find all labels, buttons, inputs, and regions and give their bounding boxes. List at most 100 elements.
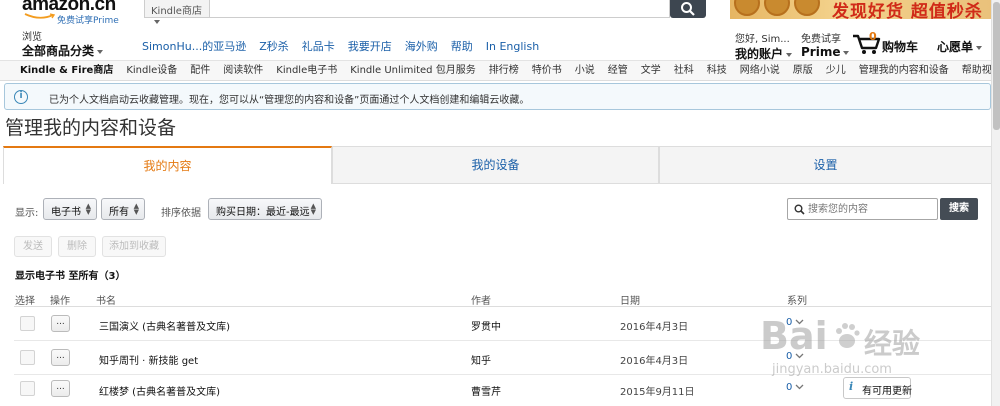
- info-icon: i: [849, 380, 854, 393]
- site-search-button[interactable]: [670, 0, 706, 18]
- row-series-count[interactable]: 0: [786, 382, 792, 393]
- mooncake-image: [794, 0, 820, 16]
- column-select: 选择: [15, 296, 35, 307]
- subnav-web-novels[interactable]: 网络小说: [740, 61, 780, 80]
- mooncake-image: [734, 0, 760, 16]
- row-title[interactable]: 三国演义 (古典名著普及文库): [99, 318, 230, 333]
- top-link-english[interactable]: In English: [486, 40, 539, 53]
- row-author: 罗贯中: [471, 322, 501, 333]
- chevron-down-icon[interactable]: [795, 384, 804, 390]
- content-scope-select[interactable]: 所有 ▲ ▼: [101, 198, 145, 220]
- subnav-children[interactable]: 少儿: [826, 61, 846, 80]
- row-actions-button[interactable]: ...: [51, 315, 70, 332]
- chevron-down-icon[interactable]: [795, 353, 804, 359]
- row-series-count[interactable]: 0: [786, 351, 792, 362]
- top-link-deals[interactable]: Z秒杀: [259, 40, 289, 53]
- chevron-down-icon: [154, 20, 160, 24]
- scrollbar-thumb[interactable]: [993, 2, 1000, 130]
- content-search-field: [787, 198, 938, 220]
- amazon-logo[interactable]: amazon.cn 免费试享Prime: [22, 0, 142, 26]
- top-link-my-amazon[interactable]: SimonHu...的亚马逊: [142, 40, 246, 53]
- sort-value: 购买日期：最近-最远: [216, 207, 310, 218]
- prime-trial-link[interactable]: 免费试享Prime: [57, 13, 119, 26]
- content-search-input[interactable]: [808, 201, 933, 217]
- subnav-literature[interactable]: 文学: [641, 61, 661, 80]
- show-label: 显示:: [15, 208, 39, 219]
- column-date[interactable]: 日期: [620, 292, 640, 307]
- top-link-global[interactable]: 海外购: [405, 40, 438, 53]
- subnav-business[interactable]: 经管: [608, 61, 628, 80]
- subnav-accessories[interactable]: 配件: [190, 61, 210, 80]
- subnav-fiction[interactable]: 小说: [575, 61, 595, 80]
- subnav-kindle-unlimited[interactable]: Kindle Unlimited 包月服务: [350, 61, 475, 80]
- table-row: ... 红楼梦 (古典名著普及文库) 曹雪芹 2015年9月11日 0 i 有可…: [0, 372, 1000, 406]
- page-scrollbar[interactable]: [991, 0, 1000, 406]
- top-link-help[interactable]: 帮助: [451, 40, 473, 53]
- top-link-gift-card[interactable]: 礼品卡: [302, 40, 335, 53]
- chevron-down-icon[interactable]: [795, 319, 804, 325]
- cart-button[interactable]: 0 购物车: [852, 30, 922, 55]
- row-actions-button[interactable]: ...: [51, 380, 70, 397]
- column-title[interactable]: 书名: [96, 292, 116, 307]
- sort-select[interactable]: 购买日期：最近-最远 ▲ ▼: [208, 198, 322, 220]
- content-type-select[interactable]: 电子书 ▲ ▼: [43, 198, 97, 220]
- subnav-social-science[interactable]: 社科: [674, 61, 694, 80]
- account-menu[interactable]: 您好, Sim... 我的账户: [735, 30, 793, 62]
- update-available-label: 有可用更新: [862, 386, 912, 397]
- subnav-kindle-ebooks[interactable]: Kindle电子书: [276, 61, 337, 80]
- search-category-label: Kindle商店: [151, 6, 202, 17]
- table-row: ... 三国演义 (古典名著普及文库) 罗贯中 2016年4月3日 0: [0, 307, 1000, 341]
- subnav-deals[interactable]: 特价书: [532, 61, 562, 80]
- row-series-count[interactable]: 0: [786, 317, 792, 328]
- content-type-value: 电子书: [51, 207, 81, 218]
- smile-icon: [24, 13, 56, 19]
- notice-text: 已为个人文档启动云收藏管理。现在，您可以从“管理您的内容和设备”页面通过个人文档…: [49, 95, 530, 106]
- promo-banner[interactable]: 发现好货 超值秒杀: [730, 0, 1000, 19]
- tab-my-content[interactable]: 我的内容: [3, 146, 332, 184]
- chevron-down-icon: [976, 45, 983, 50]
- row-actions-button[interactable]: ...: [51, 349, 70, 366]
- browse-main-label: 全部商品分类: [22, 44, 95, 58]
- subnav-kindle-fire-store[interactable]: Kindle & Fire商店: [20, 61, 113, 80]
- cart-count: 0: [869, 30, 877, 43]
- sort-label: 排序依据: [161, 208, 201, 219]
- row-author: 曹雪芹: [471, 387, 501, 398]
- browse-categories-menu[interactable]: 浏览 全部商品分类: [22, 28, 104, 59]
- update-available-badge[interactable]: i 有可用更新: [843, 377, 912, 399]
- row-date: 2015年9月11日: [620, 387, 695, 398]
- row-date: 2016年4月3日: [620, 322, 689, 333]
- wishlist-menu[interactable]: 心愿单: [937, 38, 983, 55]
- chevron-down-icon: [843, 50, 850, 55]
- add-to-collection-button[interactable]: 添加到收藏: [102, 236, 166, 257]
- page-title: 管理我的内容和设备: [5, 117, 177, 139]
- subnav-bestsellers[interactable]: 排行榜: [489, 61, 519, 80]
- chevron-down-icon: [786, 52, 793, 57]
- row-checkbox[interactable]: [20, 316, 35, 331]
- delete-button[interactable]: 删除: [58, 236, 96, 257]
- subnav-manage-content[interactable]: 管理我的内容和设备: [859, 61, 949, 80]
- site-header: amazon.cn 免费试享Prime Kindle商店 发现好货 超值秒杀 浏…: [0, 0, 1000, 62]
- content-search-button[interactable]: 搜索: [940, 198, 978, 220]
- subnav-original[interactable]: 原版: [793, 61, 813, 80]
- subnav-technology[interactable]: 科技: [707, 61, 727, 80]
- column-author[interactable]: 作者: [471, 292, 491, 307]
- send-button[interactable]: 发送: [14, 236, 52, 257]
- search-icon: [681, 2, 695, 16]
- content-tabs: 我的内容 我的设备 设置: [3, 146, 992, 184]
- top-link-sell[interactable]: 我要开店: [348, 40, 392, 53]
- site-search-input[interactable]: [210, 0, 670, 18]
- updown-arrows-icon: ▲ ▼: [133, 202, 139, 216]
- tab-settings[interactable]: 设置: [659, 146, 992, 184]
- row-title[interactable]: 红楼梦 (古典名著普及文库): [99, 383, 220, 398]
- subnav-reading-apps[interactable]: 阅读软件: [223, 61, 263, 80]
- search-category-select[interactable]: Kindle商店: [144, 0, 210, 24]
- cart-label: 购物车: [882, 40, 919, 54]
- tab-my-devices[interactable]: 我的设备: [332, 146, 659, 184]
- chevron-down-icon: [97, 49, 104, 54]
- row-date: 2016年4月3日: [620, 356, 689, 367]
- row-checkbox[interactable]: [20, 381, 35, 396]
- prime-menu[interactable]: 免费试享 Prime: [801, 30, 850, 59]
- row-title[interactable]: 知乎周刊 · 新技能 get: [99, 352, 198, 367]
- subnav-kindle-devices[interactable]: Kindle设备: [126, 61, 177, 80]
- row-checkbox[interactable]: [20, 350, 35, 365]
